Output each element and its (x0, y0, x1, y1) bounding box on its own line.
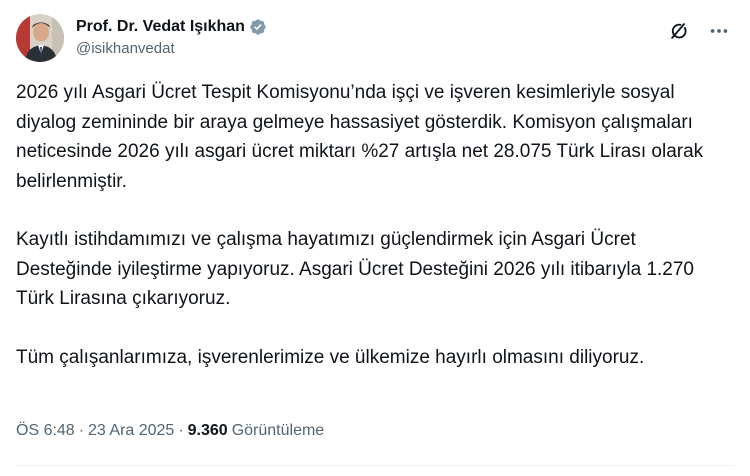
tweet-time[interactable]: ÖS 6:48 (16, 420, 75, 442)
author-handle[interactable]: @isikhanvedat (76, 39, 267, 59)
tweet-paragraph-1: 2026 yılı Asgari Ücret Tespit Komisyonu’… (16, 82, 704, 192)
tweet-header: Prof. Dr. Vedat Işıkhan @isikhanvedat (16, 8, 734, 64)
author-display-name[interactable]: Prof. Dr. Vedat Işıkhan (76, 16, 245, 37)
tweet: Prof. Dr. Vedat Işıkhan @isikhanvedat 20… (0, 0, 750, 476)
author-names: Prof. Dr. Vedat Işıkhan @isikhanvedat (76, 16, 267, 59)
header-actions (668, 20, 730, 42)
tweet-paragraph-2: Kayıtlı istihdamımızı ve çalışma hayatım… (16, 229, 694, 309)
views-count: 9.360 (187, 422, 228, 439)
tweet-text: 2026 yılı Asgari Ücret Tespit Komisyonu’… (16, 78, 716, 401)
tweet-date[interactable]: 23 Ara 2025 (88, 420, 174, 442)
meta-separator: · (78, 422, 85, 439)
meta-separator: · (178, 422, 184, 439)
views-label: Görüntüleme (231, 422, 325, 439)
avatar[interactable] (16, 14, 64, 62)
grok-icon[interactable] (668, 20, 690, 42)
verified-badge-icon (249, 18, 267, 36)
avatar-image (16, 14, 64, 62)
more-options-icon[interactable] (708, 20, 730, 42)
divider (16, 465, 734, 466)
tweet-meta: ÖS 6:48 · 23 Ara 2025 · 9.360 Görüntülem… (16, 420, 324, 442)
tweet-paragraph-3: Tüm çalışanlarımıza, işverenlerimize ve … (16, 346, 645, 368)
